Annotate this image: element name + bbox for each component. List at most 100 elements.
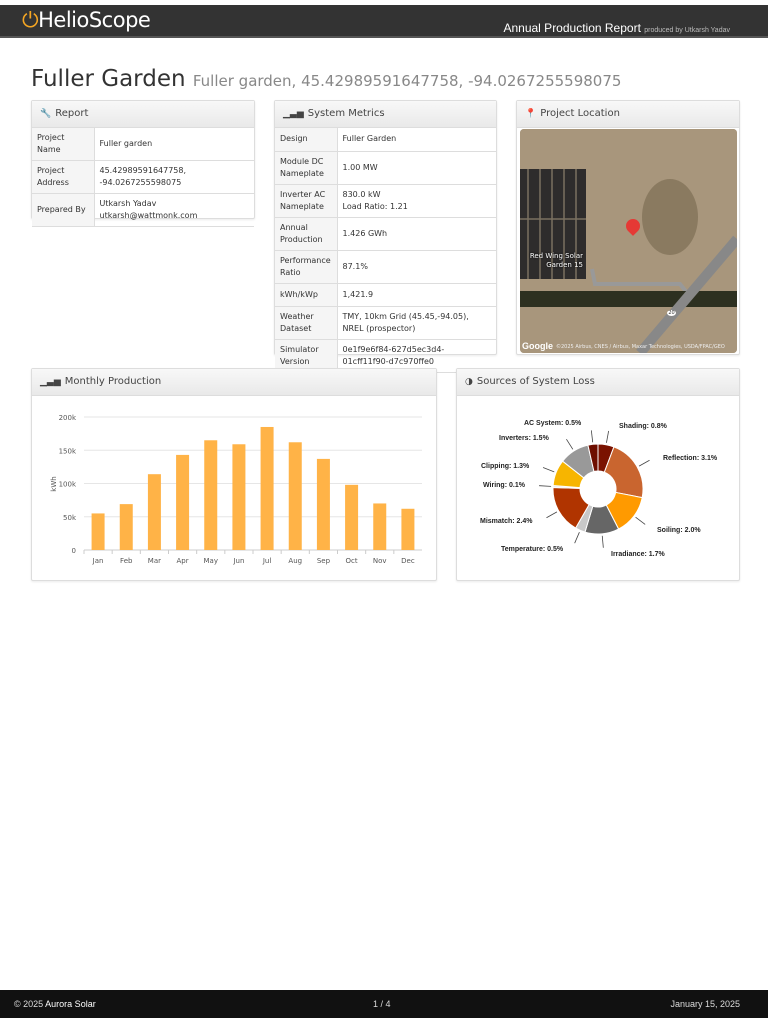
row-label: kWh/kWp bbox=[275, 283, 338, 307]
row-value: 45.42989591647758, -94.0267255598075 bbox=[94, 160, 254, 194]
table-row: kWh/kWp 1,421.9 bbox=[275, 283, 496, 307]
bar-sep[interactable] bbox=[316, 458, 330, 550]
row-label: Inverter AC Nameplate bbox=[275, 184, 338, 218]
loss-label-temperature: Temperature: 0.5% bbox=[501, 546, 564, 553]
map-attribution[interactable]: ©2025 Airbus, CNES / Airbus, Maxar Techn… bbox=[556, 344, 725, 350]
loss-label-reflection: Reflection: 3.1% bbox=[663, 455, 718, 462]
value-line: 1,421.9 bbox=[342, 289, 374, 299]
bar-apr[interactable] bbox=[176, 454, 190, 550]
bar-dec[interactable] bbox=[401, 508, 415, 550]
value-line: 830.0 kW bbox=[342, 189, 381, 199]
header-bar: ⏻HelioScope Annual Production Report pro… bbox=[0, 5, 768, 38]
row-label: Annual Production bbox=[275, 217, 338, 251]
y-tick-label: 100k bbox=[59, 481, 77, 489]
row-value: Fuller garden bbox=[94, 128, 254, 161]
report-date: January 15, 2025 bbox=[670, 999, 740, 1009]
value-line: Utkarsh Yadav bbox=[99, 199, 157, 208]
system-metrics-panel: ▁▃▅ System Metrics Design Fuller Garden Mod… bbox=[274, 100, 497, 373]
bar-aug[interactable] bbox=[288, 442, 302, 550]
loss-label-soiling: Soiling: 2.0% bbox=[657, 527, 701, 534]
row-label: Prepared By bbox=[32, 193, 95, 227]
table-row: Project Address 45.42989591647758, -94.026… bbox=[32, 160, 254, 194]
page-number: 1 / 4 bbox=[373, 999, 391, 1009]
table-row: Design Fuller Garden bbox=[275, 128, 496, 152]
road-marker: 20 bbox=[667, 310, 676, 316]
value-line: 87.1% bbox=[342, 261, 368, 271]
x-tick-label: Nov bbox=[373, 557, 387, 565]
leader-line bbox=[574, 532, 580, 544]
leader-line bbox=[542, 467, 555, 473]
copyright: © 2025 Aurora Solar bbox=[14, 999, 96, 1009]
leader-line bbox=[606, 430, 610, 443]
x-tick-label: Oct bbox=[346, 557, 358, 565]
value-line: 01cff11f90-d7c970ffe0 bbox=[342, 356, 435, 366]
page-title: Fuller Garden Fuller garden, 45.42989591… bbox=[31, 66, 622, 92]
x-tick-label: Jan bbox=[92, 557, 104, 565]
row-value: 1.00 MW bbox=[337, 151, 496, 185]
x-tick-label: Aug bbox=[288, 557, 302, 565]
bar-mar[interactable] bbox=[147, 474, 161, 550]
leader-line bbox=[566, 438, 574, 450]
system-loss-panel: ◑ Sources of System Loss AC System: 0.5% … bbox=[456, 368, 740, 581]
map-marker-icon: 📍 bbox=[525, 109, 537, 119]
x-tick-label: Jul bbox=[262, 557, 272, 565]
row-value: 830.0 kW Load Ratio: 1.21 bbox=[337, 184, 496, 218]
bar-jul[interactable] bbox=[260, 426, 274, 550]
metrics-table: Design Fuller Garden Module DC Nameplate 1.… bbox=[275, 128, 496, 373]
x-tick-label: May bbox=[204, 557, 218, 565]
value-line: TMY, 10km Grid (45.45,-94.05), bbox=[342, 311, 469, 321]
row-value: TMY, 10km Grid (45.45,-94.05), NREL (pros… bbox=[337, 306, 496, 340]
bar-feb[interactable] bbox=[119, 504, 133, 550]
x-tick-label: Apr bbox=[177, 557, 189, 565]
y-tick-label: 0 bbox=[72, 547, 76, 555]
table-row: Annual Production 1.426 GWh bbox=[275, 217, 496, 251]
bar-may[interactable] bbox=[204, 440, 218, 550]
leader-line bbox=[601, 535, 604, 548]
row-label: Module DC Nameplate bbox=[275, 151, 338, 185]
x-tick-label: Mar bbox=[148, 557, 161, 565]
loss-label-clipping: Clipping: 1.3% bbox=[481, 463, 530, 470]
bar-jun[interactable] bbox=[232, 444, 246, 550]
row-label: Project Address bbox=[32, 160, 95, 194]
x-tick-label: Feb bbox=[120, 557, 133, 565]
table-row: Module DC Nameplate 1.00 MW bbox=[275, 151, 496, 185]
table-row: Inverter AC Nameplate 830.0 kW Load Ratio:… bbox=[275, 184, 496, 218]
loss-label-ac-system: AC System: 0.5% bbox=[524, 420, 582, 427]
leader-line bbox=[635, 516, 646, 525]
wrench-icon: 🔧 bbox=[40, 109, 52, 119]
row-label: Design bbox=[275, 128, 338, 152]
value-line: NREL (prospector) bbox=[342, 323, 416, 333]
satellite-map[interactable]: Red Wing Solar Garden 15 20 Google ©2025… bbox=[520, 129, 737, 353]
google-logo: Google bbox=[522, 341, 553, 351]
row-label: Weather Dataset bbox=[275, 306, 338, 340]
table-row: Performance Ratio 87.1% bbox=[275, 250, 496, 284]
table-row: Prepared By Utkarsh Yadav utkarsh@wattmonk… bbox=[32, 193, 254, 227]
bar-chart-icon: ▁▃▅ bbox=[283, 109, 304, 119]
place-label: Red Wing Solar Garden 15 bbox=[529, 252, 583, 269]
leader-line bbox=[546, 511, 558, 519]
value-line: 0e1f9e6f84-627d5ec3d4- bbox=[342, 344, 445, 354]
value-line: utkarsh@wattmonk.com bbox=[99, 211, 198, 220]
report-title: Annual Production Report produced by Utk… bbox=[503, 21, 730, 35]
bar-chart-icon: ▁▃▅ bbox=[40, 377, 61, 387]
leader-line bbox=[590, 430, 594, 443]
produced-by: produced by Utkarsh Yadav bbox=[644, 27, 730, 34]
table-row: Project Name Fuller garden bbox=[32, 128, 254, 161]
loss-label-irradiance: Irradiance: 1.7% bbox=[611, 551, 665, 558]
monthly-production-panel: ▁▃▅ Monthly Production 0 50k 100k 150k 200k kW… bbox=[31, 368, 437, 581]
page-subtitle: Fuller garden, 45.42989591647758, -94.02… bbox=[192, 72, 622, 90]
footer-bar: © 2025 Aurora Solar 1 / 4 January 15, 20… bbox=[0, 990, 768, 1018]
bar-jan[interactable] bbox=[91, 513, 105, 550]
bar-nov[interactable] bbox=[373, 503, 387, 550]
power-icon: ⏻ bbox=[22, 8, 39, 32]
row-value: 87.1% bbox=[337, 250, 496, 284]
bar-oct[interactable] bbox=[345, 484, 359, 550]
row-value: 1.426 GWh bbox=[337, 217, 496, 251]
leader-line bbox=[638, 459, 650, 467]
value-line: Fuller garden bbox=[99, 139, 153, 148]
table-row: Weather Dataset TMY, 10km Grid (45.45,-94… bbox=[275, 306, 496, 340]
y-tick-label: 150k bbox=[59, 447, 77, 455]
value-line: -94.0267255598075 bbox=[99, 178, 182, 187]
row-value: Fuller Garden bbox=[337, 128, 496, 152]
row-value: 1,421.9 bbox=[337, 283, 496, 307]
